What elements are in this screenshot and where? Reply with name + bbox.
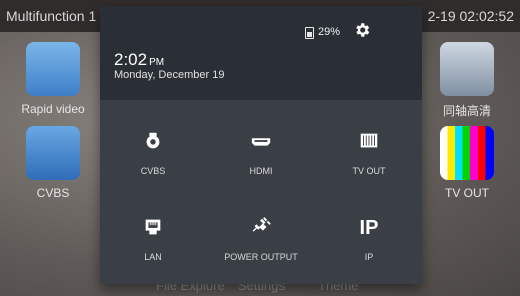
panel-time: 2:02 PM xyxy=(114,50,164,70)
camera-icon xyxy=(146,132,160,149)
app-title: Multifunction 1 xyxy=(6,8,97,24)
panel-header: 29% 2:02 PM Monday, December 19 xyxy=(100,6,422,100)
tile-tv-out[interactable]: TV OUT xyxy=(319,130,419,176)
gear-icon[interactable] xyxy=(353,21,371,39)
battery-percent: 29% xyxy=(318,26,341,38)
quick-settings-panel: 29% 2:02 PM Monday, December 19 CVBS HDMI… xyxy=(100,6,422,284)
tile-cvbs[interactable]: CVBS xyxy=(103,130,203,176)
tile-label: LAN xyxy=(144,252,162,262)
lan-icon xyxy=(145,219,161,235)
tile-power-output[interactable]: POWER OUTPUT xyxy=(211,216,311,262)
tile-label: HDMI xyxy=(249,166,273,176)
clock: 2-19 02:02:52 xyxy=(427,8,514,24)
tile-label: CVBS xyxy=(140,166,166,176)
tile-ip[interactable]: IP IP xyxy=(319,216,419,262)
dome-camera-icon xyxy=(26,126,80,180)
tile-label: IP xyxy=(364,252,374,262)
time-ampm: PM xyxy=(149,57,165,68)
video-camera-icon xyxy=(26,42,80,96)
panel-date: Monday, December 19 xyxy=(114,69,225,81)
time-value: 2:02 xyxy=(114,50,148,69)
tile-label: POWER OUTPUT xyxy=(224,252,298,262)
svg-text:IP: IP xyxy=(360,217,379,238)
tile-lan[interactable]: LAN xyxy=(103,216,203,262)
camera-icon xyxy=(440,42,494,96)
desktop-icon-label: Rapid video xyxy=(21,102,85,116)
desktop-icon-label: TV OUT xyxy=(445,186,489,200)
power-plug-icon xyxy=(252,217,271,232)
desktop-icon-label: 同轴高清 xyxy=(442,104,491,118)
ip-icon: IP xyxy=(360,217,379,238)
battery-icon xyxy=(305,27,314,39)
tile-hdmi[interactable]: HDMI xyxy=(211,130,311,176)
tile-label: TV OUT xyxy=(352,166,386,176)
hdmi-icon xyxy=(251,138,271,146)
tv-out-icon xyxy=(360,133,378,148)
desktop-icon-tv-out[interactable]: TV OUT xyxy=(434,126,500,200)
desktop-icon-cvbs[interactable]: CVBS xyxy=(20,126,86,200)
desktop-icon-label: CVBS xyxy=(36,186,70,200)
color-bars-icon xyxy=(440,126,494,180)
desktop-icon-coax-hd[interactable]: 同轴高清 xyxy=(434,42,500,119)
desktop-icon-rapid-video[interactable]: Rapid video xyxy=(20,42,86,116)
